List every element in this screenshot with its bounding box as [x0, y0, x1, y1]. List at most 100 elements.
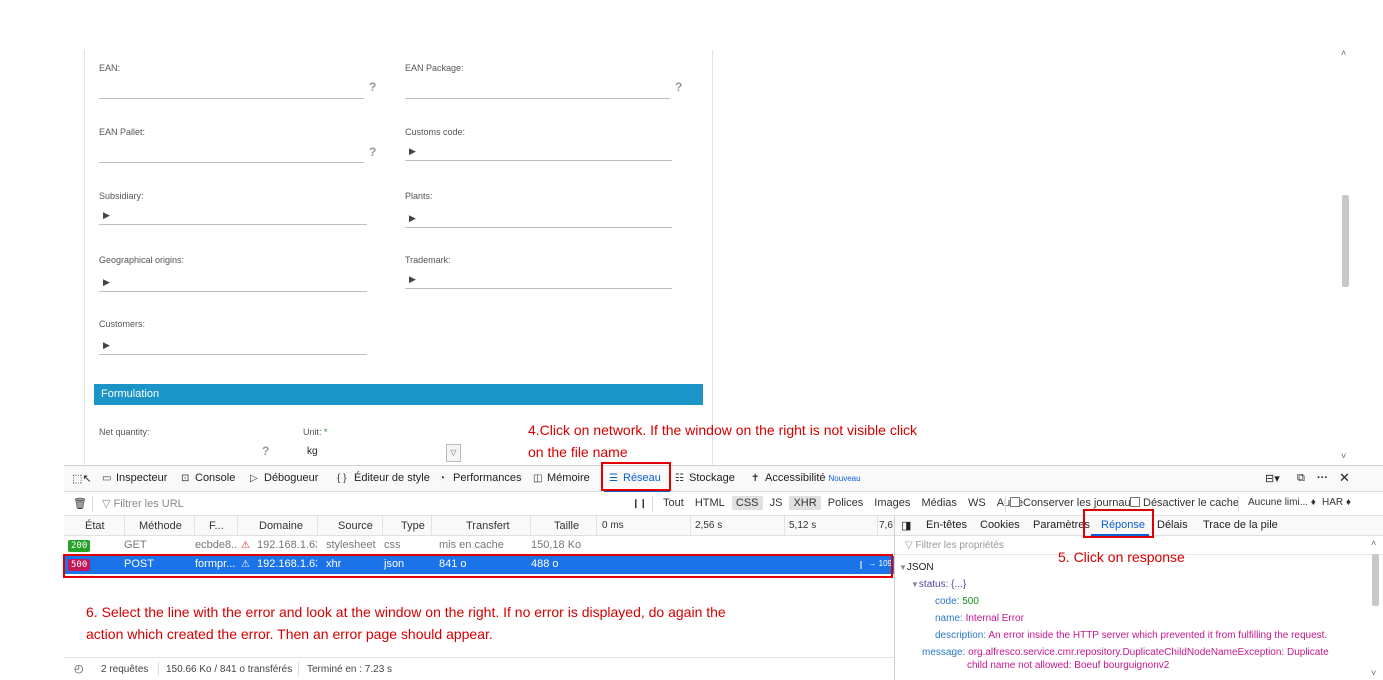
subsidiary-label: Subsidiary:: [99, 191, 144, 201]
col-separator: [596, 516, 597, 536]
expand-icon[interactable]: ▶: [103, 340, 110, 351]
trademark-field[interactable]: Trademark: ▶: [405, 255, 680, 295]
col-file[interactable]: F...: [209, 520, 224, 532]
devtools-toolbar: ⬚↖ ▭ Inspecteur ⊡ Console ▷ Débogueur { } Éd…: [64, 466, 1383, 492]
highlight-error-row: [63, 554, 893, 578]
close-icon[interactable]: ✕: [1339, 470, 1350, 486]
filter-xhr[interactable]: XHR: [789, 496, 821, 510]
new-badge: Nouveau: [828, 474, 861, 483]
net-quantity-field[interactable]: Net quantity: ?: [99, 427, 374, 463]
unit-label-wrap: Unit: *: [303, 427, 328, 437]
performance-analysis-icon[interactable]: ◴: [74, 662, 84, 675]
requests-table-header: État Méthode F... Domaine Source Type Tr…: [64, 516, 894, 536]
ean-field[interactable]: EAN: ?: [99, 63, 376, 103]
geo-origins-field[interactable]: Geographical origins: ▶: [99, 255, 374, 295]
tab-style-editor[interactable]: { } Éditeur de style: [337, 472, 430, 488]
expand-icon[interactable]: ▶: [409, 146, 416, 157]
disable-cache-checkbox[interactable]: Désactiver le cache: [1130, 497, 1239, 509]
ean-package-input-line: [405, 98, 670, 99]
json-root-node[interactable]: ▼JSON: [899, 562, 934, 573]
expand-icon[interactable]: ▶: [103, 210, 110, 221]
customs-code-field[interactable]: Customs code: ▶: [405, 127, 680, 167]
tab-cookies[interactable]: Cookies: [980, 519, 1020, 531]
web-page: EAN: ? EAN Package: ? EAN Pallet: ? Cust…: [0, 0, 1383, 465]
subsidiary-field[interactable]: Subsidiary: ▶: [99, 191, 374, 231]
table-row[interactable]: 200 GET ecbde8... ⚠ 192.168.1.63:... sty…: [64, 537, 894, 555]
scroll-up-icon[interactable]: ˄: [1371, 538, 1376, 548]
type-filters: Tout HTML CSS JS XHR Polices Images Médi…: [659, 496, 1027, 510]
help-icon[interactable]: ?: [369, 145, 376, 159]
har-menu[interactable]: HAR ♦: [1322, 497, 1351, 508]
details-scrollbar[interactable]: ˄ ˅: [1370, 538, 1381, 680]
tab-headers[interactable]: En-têtes: [926, 519, 967, 531]
tab-console[interactable]: ⊡ Console: [181, 472, 235, 488]
dock-layout-icon[interactable]: ⊟▾: [1265, 472, 1280, 488]
more-options-icon[interactable]: ···: [1317, 472, 1328, 488]
tab-timings[interactable]: Délais: [1157, 519, 1188, 531]
col-method[interactable]: Méthode: [139, 520, 182, 532]
json-message-value-cont: child name not allowed: Boeuf bourguigno…: [967, 660, 1170, 671]
json-status-node[interactable]: ▼status: {...}: [911, 579, 966, 590]
responsive-icon[interactable]: ⧉: [1297, 472, 1305, 488]
help-icon[interactable]: ?: [675, 80, 682, 94]
json-description-row: description: An error inside the HTTP se…: [935, 630, 1327, 641]
ean-package-field[interactable]: EAN Package: ?: [405, 63, 682, 103]
expand-icon[interactable]: ▶: [409, 213, 416, 224]
trash-icon[interactable]: 🗑: [73, 497, 87, 510]
request-count: 2 requêtes: [101, 664, 149, 675]
col-type[interactable]: Type: [401, 520, 425, 532]
pause-icon[interactable]: ❙❙: [632, 498, 647, 509]
scrollbar-thumb[interactable]: [1342, 195, 1349, 287]
col-source[interactable]: Source: [338, 520, 373, 532]
tab-memory[interactable]: ◫ Mémoire: [533, 472, 590, 488]
persist-logs-checkbox[interactable]: Conserver les journaux: [1010, 497, 1136, 509]
tab-storage[interactable]: ☷ Stockage: [675, 472, 735, 488]
trademark-label: Trademark:: [405, 255, 451, 265]
filter-all[interactable]: Tout: [659, 496, 688, 510]
tab-inspector[interactable]: ▭ Inspecteur: [102, 472, 167, 488]
filter-js[interactable]: JS: [766, 496, 787, 510]
toggle-panel-icon[interactable]: ◨: [901, 519, 911, 532]
section-formulation-header[interactable]: Formulation: [94, 384, 703, 405]
tab-performance[interactable]: ◔ Performances: [439, 472, 521, 488]
help-icon[interactable]: ?: [262, 444, 269, 458]
scrollbar-thumb[interactable]: [1372, 554, 1379, 606]
filter-fonts[interactable]: Polices: [824, 496, 867, 510]
filter-media[interactable]: Médias: [917, 496, 960, 510]
chevron-down-icon[interactable]: ▽: [446, 444, 461, 462]
tab-accessibility[interactable]: ✝ Accessibilité Nouveau: [751, 472, 861, 488]
throttling-select[interactable]: Aucune limi... ♦: [1248, 497, 1316, 508]
customers-field[interactable]: Customers: ▶: [99, 319, 374, 359]
memory-chip-icon: ◫: [533, 473, 543, 484]
help-icon[interactable]: ?: [369, 80, 376, 94]
expand-icon[interactable]: ▶: [103, 277, 110, 288]
size-cell: 150,18 Ko: [531, 539, 582, 551]
plants-field[interactable]: Plants: ▶: [405, 191, 680, 231]
tab-debugger[interactable]: ▷ Débogueur: [250, 472, 318, 488]
col-status[interactable]: État: [85, 520, 105, 532]
page-scrollbar[interactable]: ˄ ˅: [1340, 48, 1351, 465]
scroll-down-icon[interactable]: ˅: [1341, 451, 1346, 461]
filter-css[interactable]: CSS: [731, 496, 763, 510]
transferred-size: 150.66 Ko / 841 o transférés: [166, 664, 293, 675]
scroll-down-icon[interactable]: ˅: [1371, 668, 1376, 678]
url-filter-input[interactable]: ▽ Filtrer les URL: [102, 497, 184, 510]
expand-icon[interactable]: ▶: [409, 274, 416, 285]
tab-params[interactable]: Paramètres: [1033, 519, 1090, 531]
filter-images[interactable]: Images: [870, 496, 914, 510]
annotation-step5: 5. Click on response: [1058, 549, 1185, 565]
col-domain[interactable]: Domaine: [259, 520, 303, 532]
scroll-up-icon[interactable]: ˄: [1341, 48, 1346, 58]
caret-down-icon: ▼: [911, 580, 919, 589]
element-picker-icon[interactable]: ⬚↖: [72, 472, 92, 488]
method-cell: GET: [124, 539, 147, 551]
col-size[interactable]: Taille: [554, 520, 579, 532]
ean-pallet-field[interactable]: EAN Pallet: ?: [99, 127, 376, 167]
col-separator: [124, 516, 125, 536]
col-transfer[interactable]: Transfert: [466, 520, 510, 532]
filter-ws[interactable]: WS: [964, 496, 990, 510]
url-filter-placeholder: Filtrer les URL: [113, 498, 184, 510]
tab-stack-trace[interactable]: Trace de la pile: [1203, 519, 1278, 531]
unit-value[interactable]: kg: [307, 446, 318, 457]
filter-html[interactable]: HTML: [691, 496, 729, 510]
